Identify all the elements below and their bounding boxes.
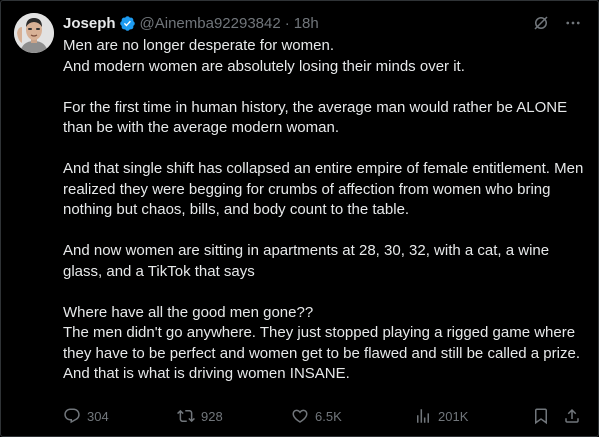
reply-button[interactable]: 304 [63,405,109,427]
views-button[interactable]: 201K [414,405,468,427]
bookmark-icon [535,408,547,425]
bookmark-button[interactable] [532,405,550,427]
reply-count: 304 [87,408,109,424]
repost-count: 928 [201,408,223,424]
text-line: For the first time in human history, the… [63,98,568,137]
tweet-header: Joseph @Ainemba92293842 · 18h [63,13,319,33]
text-line: And modern women are absolutely losing t… [63,57,465,75]
text-line: Where have all the good men gone?? [63,303,314,321]
timestamp[interactable]: 18h [294,15,319,32]
repost-icon [177,409,195,423]
display-name[interactable]: Joseph [63,15,116,32]
grok-icon[interactable] [532,14,550,32]
like-count: 6.5K [315,408,342,424]
reply-icon [64,408,80,424]
view-count: 201K [438,408,469,424]
tweet-card[interactable]: Joseph @Ainemba92293842 · 18h Men are no… [0,0,599,437]
tweet-text: Men are no longer desperate for women. A… [63,36,588,385]
text-line: The men didn't go anywhere. They just st… [63,324,580,362]
text-line: And that single shift has collapsed an e… [63,160,584,218]
separator-dot: · [284,14,290,32]
avatar-image [14,13,54,53]
avatar[interactable] [14,13,54,53]
author-handle[interactable]: @Ainemba92293842 [140,15,281,32]
views-chart-icon [417,409,429,423]
share-icon [565,408,579,423]
heart-icon [292,409,308,423]
more-icon[interactable] [564,14,582,32]
action-bar: 304 928 6.5K 201K [63,405,586,427]
verified-badge-icon [119,15,135,31]
text-line: Men are no longer desperate for women. [63,37,334,54]
share-button[interactable] [563,405,581,427]
text-line: And now women are sitting in apartments … [63,242,550,280]
like-button[interactable]: 6.5K [291,405,342,427]
text-line: And that is what is driving women INSANE… [63,365,350,382]
top-actions [532,14,582,32]
repost-button[interactable]: 928 [177,405,223,427]
